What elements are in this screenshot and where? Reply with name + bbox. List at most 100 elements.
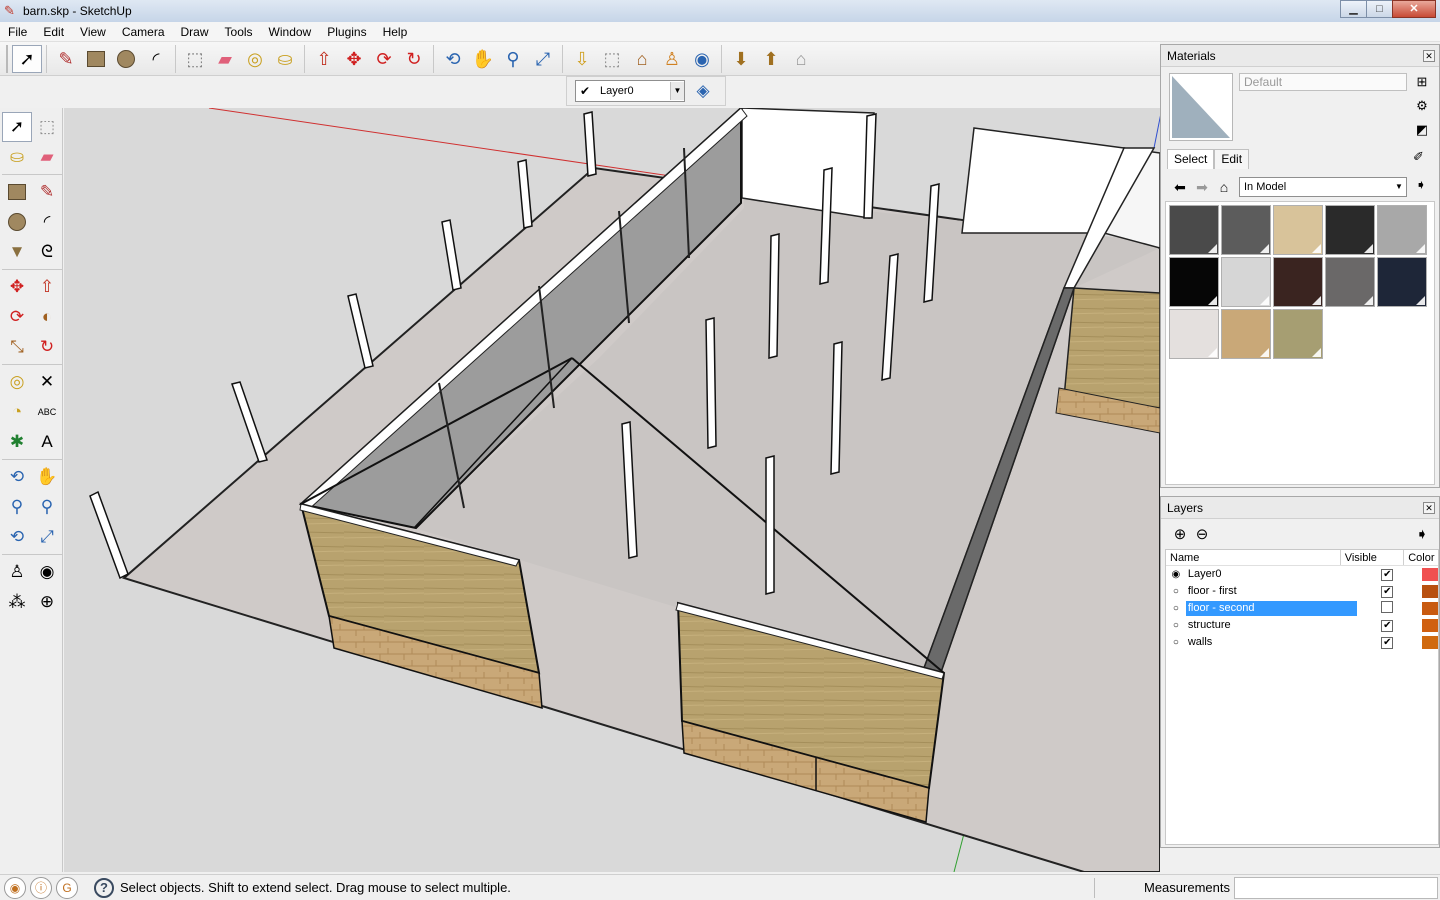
push-pull-icon[interactable]: ⇧ [309, 45, 339, 73]
home-icon[interactable]: ⌂ [1213, 177, 1235, 197]
layer-visible-checkbox[interactable]: ✔ [1381, 620, 1394, 632]
axes-icon[interactable]: ✱ [2, 427, 32, 457]
close-button[interactable]: ✕ [1392, 0, 1436, 18]
text-icon[interactable]: ABC [32, 397, 62, 427]
layer-name[interactable]: floor - first [1186, 584, 1357, 599]
column-name[interactable]: Name [1166, 550, 1341, 565]
delete-layer-icon[interactable]: ⊖ [1191, 525, 1213, 545]
column-visible[interactable]: Visible [1341, 550, 1405, 565]
menu-edit[interactable]: Edit [35, 22, 72, 42]
push-pull-icon[interactable]: ⇧ [32, 272, 62, 302]
protractor-icon[interactable]: ◔ [2, 397, 32, 427]
active-layer-radio[interactable]: ○ [1166, 603, 1186, 614]
tape-measure-icon[interactable]: ◎ [2, 367, 32, 397]
layer-color-swatch[interactable] [1422, 636, 1438, 649]
circle-icon[interactable] [111, 45, 141, 73]
collection-dropdown[interactable]: In Model ▼ [1239, 177, 1407, 197]
move-icon[interactable]: ✥ [2, 272, 32, 302]
material-swatch[interactable] [1221, 257, 1271, 307]
material-swatch[interactable] [1169, 205, 1219, 255]
3d-text-icon[interactable]: A [32, 427, 62, 457]
material-swatch[interactable] [1273, 205, 1323, 255]
column-color[interactable]: Color [1404, 550, 1438, 565]
layer-color-swatch[interactable] [1422, 585, 1438, 598]
arc-icon[interactable]: ◜ [32, 207, 62, 237]
zoom-window-icon[interactable]: ⚲ [32, 492, 62, 522]
move-icon[interactable]: ✥ [339, 45, 369, 73]
details-arrow-icon[interactable]: ➧ [1411, 525, 1433, 545]
pan-icon[interactable]: ✋ [468, 45, 498, 73]
rotate-icon[interactable]: ⟳ [2, 302, 32, 332]
material-swatch[interactable] [1221, 309, 1271, 359]
orbit-icon[interactable]: ⟲ [2, 462, 32, 492]
menu-help[interactable]: Help [375, 22, 416, 42]
make-component-icon[interactable]: ⬚ [180, 45, 210, 73]
active-layer-radio[interactable]: ◉ [1166, 569, 1186, 580]
zoom-icon[interactable]: ⚲ [498, 45, 528, 73]
minimize-button[interactable]: ▁ [1340, 0, 1367, 18]
select-icon[interactable]: ➚ [2, 112, 32, 142]
geo-location-icon[interactable]: ◉ [4, 876, 26, 899]
create-material-icon[interactable]: ⊞ [1413, 73, 1431, 91]
details-arrow-icon[interactable]: ➧ [1411, 177, 1431, 197]
freehand-icon[interactable]: ᘓ [32, 237, 62, 267]
back-arrow-icon[interactable]: ⬅ [1169, 177, 1191, 197]
layer-manager-icon[interactable]: ◈ [689, 78, 717, 104]
chevron-down-icon[interactable]: ▼ [1392, 178, 1406, 196]
layer-name[interactable]: floor - second [1185, 601, 1357, 616]
current-layer-dropdown[interactable]: ✔ Layer0 ▼ [575, 80, 685, 102]
close-icon[interactable]: ✕ [1423, 50, 1435, 62]
layer-visible-checkbox[interactable]: ✔ [1381, 586, 1394, 598]
import-icon[interactable]: ⬆ [756, 45, 786, 73]
sign-in-icon[interactable]: G [56, 876, 78, 899]
layer-row[interactable]: ○ floor - first ✔ [1166, 583, 1438, 600]
position-camera-icon[interactable]: ♙ [2, 557, 32, 587]
material-swatch[interactable] [1325, 257, 1375, 307]
layer-name[interactable]: Layer0 [1186, 567, 1357, 582]
arc-icon[interactable]: ◜ [141, 45, 171, 73]
layer-visible-checkbox[interactable] [1381, 601, 1394, 613]
menu-camera[interactable]: Camera [114, 22, 173, 42]
share-model-icon[interactable]: ⬚ [597, 45, 627, 73]
active-layer-radio[interactable]: ○ [1166, 637, 1186, 648]
maximize-button[interactable]: □ [1366, 0, 1393, 18]
look-around-icon[interactable]: ◉ [32, 557, 62, 587]
tape-measure-icon[interactable]: ◎ [240, 45, 270, 73]
rotate-icon[interactable]: ⟳ [369, 45, 399, 73]
menu-draw[interactable]: Draw [173, 22, 217, 42]
forward-arrow-icon[interactable]: ➡ [1191, 177, 1213, 197]
model-viewport[interactable] [64, 108, 1160, 872]
section-plane-icon[interactable]: ⊕ [32, 587, 62, 617]
warehouse-icon[interactable]: ⬇ [726, 45, 756, 73]
paint-bucket-icon[interactable]: ⛀ [2, 142, 32, 172]
circle-icon[interactable] [2, 207, 32, 237]
select-icon[interactable]: ➚ [12, 44, 42, 73]
rectangle-icon[interactable] [81, 45, 111, 73]
layer-row[interactable]: ◉ Layer0 ✔ [1166, 566, 1438, 583]
zoom-icon[interactable]: ⚲ [2, 492, 32, 522]
photo-textures-icon[interactable]: ♙ [657, 45, 687, 73]
eraser-icon[interactable]: ▰ [210, 45, 240, 73]
menu-view[interactable]: View [72, 22, 114, 42]
add-layer-icon[interactable]: ⊕ [1169, 525, 1191, 545]
help-icon[interactable]: ? [94, 877, 114, 898]
previous-view-icon[interactable]: ⟲ [2, 522, 32, 552]
polygon-icon[interactable]: ▼ [2, 237, 32, 267]
share-component-icon[interactable]: ⌂ [627, 45, 657, 73]
layer-color-swatch[interactable] [1422, 619, 1438, 632]
paint-bucket-icon[interactable]: ⛀ [270, 45, 300, 73]
layer-color-swatch[interactable] [1422, 568, 1438, 581]
menu-plugins[interactable]: Plugins [319, 22, 374, 42]
google-earth-icon[interactable]: ◉ [687, 45, 717, 73]
line-icon[interactable]: ✎ [32, 177, 62, 207]
material-swatch[interactable] [1221, 205, 1271, 255]
layer-row[interactable]: ○ floor - second [1166, 600, 1438, 617]
material-swatch[interactable] [1273, 309, 1323, 359]
menu-tools[interactable]: Tools [217, 22, 261, 42]
make-component-icon[interactable]: ⬚ [32, 112, 62, 142]
follow-me-icon[interactable]: ↻ [399, 45, 429, 73]
layer-name[interactable]: walls [1186, 635, 1357, 650]
active-layer-radio[interactable]: ○ [1166, 586, 1186, 597]
pan-icon[interactable]: ✋ [32, 462, 62, 492]
layer-row[interactable]: ○ walls ✔ [1166, 634, 1438, 651]
